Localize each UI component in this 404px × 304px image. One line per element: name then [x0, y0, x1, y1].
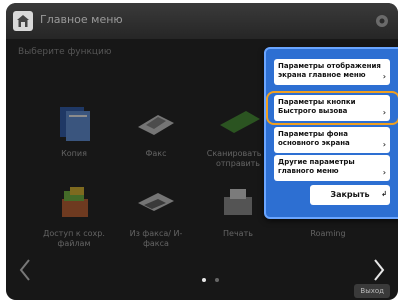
chevron-right-icon: › [382, 72, 386, 81]
page-indicator [200, 267, 221, 286]
menu-item-label: Параметры отображения экрана главное мен… [278, 62, 381, 79]
selection-highlight [266, 91, 398, 125]
menu-item-display-settings[interactable]: Параметры отображения экрана главное мен… [274, 59, 390, 85]
close-button-label: Закрыть [330, 190, 370, 199]
chevron-right-icon: › [382, 168, 386, 177]
page-dot [215, 278, 220, 282]
menu-item-label: Другие параметры главного меню [278, 158, 355, 175]
chevron-right-icon: › [382, 140, 386, 149]
chevron-right-icon[interactable] [372, 258, 386, 282]
chevron-left-icon[interactable] [18, 258, 32, 282]
logout-button[interactable]: Выход [354, 284, 390, 298]
page-dot-active [202, 278, 206, 282]
menu-item-label: Параметры фона основного экрана [278, 130, 350, 147]
close-button[interactable]: Закрыть ↲ [310, 185, 390, 205]
corner-arrow-icon: ↲ [381, 190, 387, 198]
settings-popup: Параметры отображения экрана главное мен… [264, 47, 398, 219]
menu-item-background-settings[interactable]: Параметры фона основного экрана › [274, 127, 390, 153]
menu-item-other-settings[interactable]: Другие параметры главного меню › [274, 155, 390, 181]
main-menu-screen: Главное меню Выберите функцию Копия Факс [6, 3, 398, 300]
